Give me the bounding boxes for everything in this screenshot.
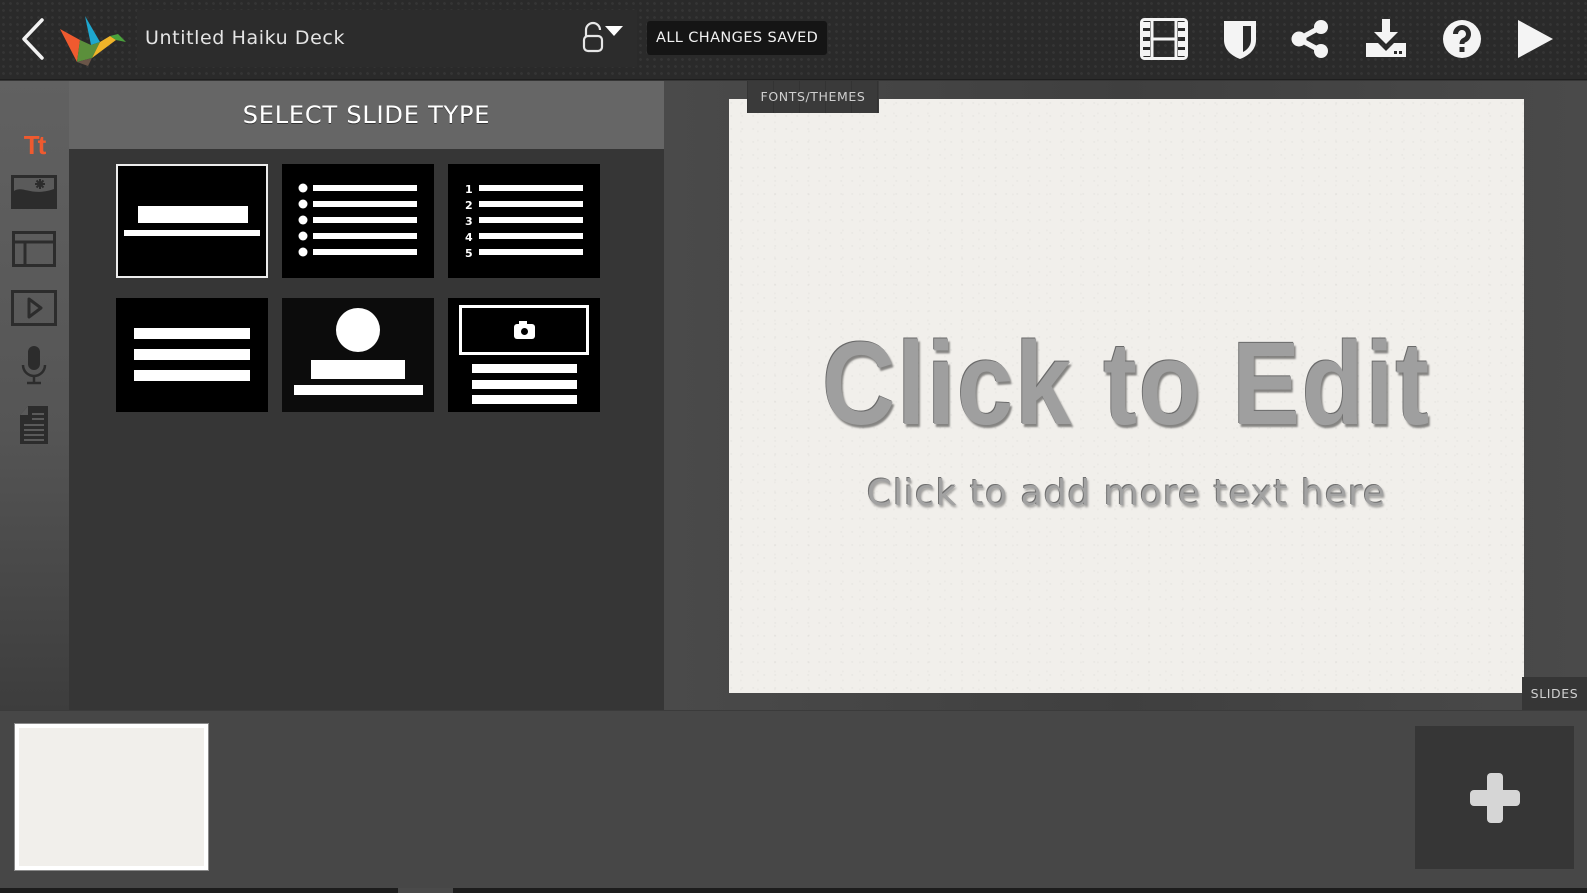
slide-type-text[interactable] <box>116 298 268 412</box>
download-button[interactable] <box>1364 16 1408 62</box>
list-number: 4 <box>465 231 473 244</box>
back-button[interactable] <box>18 16 50 62</box>
text-lines-icon <box>134 328 250 381</box>
tool-rail: Tt <box>0 81 69 710</box>
slide-subtitle-text[interactable]: Click to add more text here <box>729 473 1524 514</box>
slide-sorter-button[interactable] <box>1139 16 1189 62</box>
rail-item-notes[interactable] <box>10 403 58 447</box>
profile-layout-icon <box>294 308 423 395</box>
privacy-button[interactable] <box>1220 16 1260 62</box>
filmstrip-scroll-thumb[interactable] <box>398 888 453 893</box>
rail-item-audio[interactable] <box>10 343 58 387</box>
shield-icon <box>1224 21 1256 59</box>
deck-title-field[interactable]: Untitled Haiku Deck <box>137 10 637 67</box>
slide-type-bullets[interactable] <box>282 164 434 278</box>
camera-icon <box>514 321 535 339</box>
layout-icon <box>12 231 56 267</box>
numbered-list-icon: 1 2 3 4 5 <box>465 183 583 260</box>
film-icon <box>1140 18 1188 60</box>
fonts-themes-tab[interactable]: FONTS/THEMES <box>747 81 879 113</box>
deck-title: Untitled Haiku Deck <box>145 27 346 49</box>
top-toolbar: Untitled Haiku Deck ALL CHANGES SAVED <box>0 0 1587 80</box>
list-number: 3 <box>465 215 473 228</box>
microphone-icon <box>21 346 47 385</box>
photo-text-layout-icon <box>459 305 589 404</box>
rail-item-layout[interactable] <box>10 227 58 271</box>
list-number: 5 <box>465 247 473 260</box>
rail-item-image[interactable] <box>10 170 58 214</box>
play-button[interactable] <box>1515 16 1555 62</box>
help-icon <box>1443 20 1481 58</box>
share-icon <box>1291 20 1328 58</box>
download-icon <box>1366 19 1406 57</box>
image-icon <box>11 175 57 209</box>
slide-filmstrip <box>0 710 1587 888</box>
help-button[interactable] <box>1441 16 1483 62</box>
list-number: 1 <box>465 183 473 196</box>
list-number: 2 <box>465 199 473 212</box>
slide-type-title[interactable] <box>116 164 268 278</box>
bottom-scroll-track <box>0 888 1587 893</box>
save-status-badge: ALL CHANGES SAVED <box>647 21 828 55</box>
slides-tab[interactable]: SLIDES <box>1522 677 1587 710</box>
slide-thumbnail-preview <box>19 728 204 866</box>
bullet-list-icon <box>298 183 417 257</box>
plus-icon <box>1469 772 1520 823</box>
slide-type-photo-text[interactable] <box>448 298 600 412</box>
haiku-deck-logo-icon[interactable] <box>58 8 128 66</box>
add-slide-button[interactable] <box>1415 726 1574 869</box>
text-icon: Tt <box>23 129 47 160</box>
back-chevron-icon <box>22 18 44 60</box>
slide-type-numbered[interactable]: 1 2 3 4 5 <box>448 164 600 278</box>
slide-title-text[interactable]: Click to Edit <box>785 325 1469 443</box>
notes-icon <box>20 406 48 444</box>
slide-thumbnail[interactable] <box>14 723 209 871</box>
slide-type-profile[interactable] <box>282 298 434 412</box>
share-button[interactable] <box>1289 16 1331 62</box>
slide-canvas[interactable]: Click to Edit Click to add more text her… <box>729 99 1524 693</box>
privacy-dropdown-button[interactable] <box>580 20 630 54</box>
rail-item-text[interactable]: Tt <box>10 123 58 167</box>
title-layout-icon <box>124 206 260 236</box>
play-icon <box>1518 20 1553 58</box>
video-icon <box>11 290 57 326</box>
chevron-down-icon <box>605 26 623 36</box>
rail-item-video[interactable] <box>10 286 58 330</box>
panel-title: SELECT SLIDE TYPE <box>69 81 664 149</box>
slide-type-panel: SELECT SLIDE TYPE 1 2 3 4 5 <box>69 81 664 710</box>
